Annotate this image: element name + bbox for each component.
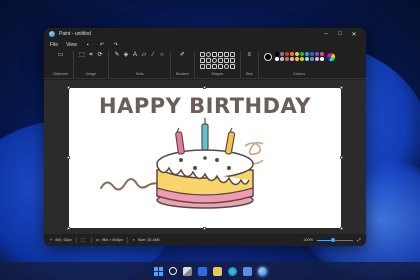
title-bar[interactable]: Paint - untitled – □ ✕ [44, 28, 366, 40]
file-size-text: Size: 20.4KB [137, 238, 160, 242]
disk-icon: ▪ [132, 237, 135, 242]
group-label: Size [245, 72, 253, 76]
select-icon[interactable]: ⬚ [79, 52, 85, 58]
menu-file[interactable]: File [50, 42, 58, 48]
divider [126, 237, 128, 243]
brush-icon[interactable]: ✐ [179, 52, 185, 58]
color-swatch[interactable] [274, 52, 279, 56]
color-swatch[interactable] [279, 52, 284, 56]
store-icon[interactable] [242, 266, 252, 276]
selection-icon: ⬚ [80, 237, 85, 242]
group-label: Clipboard [53, 72, 68, 76]
canvas-size: ▭ 960 × 605px [95, 237, 123, 243]
cursor-position: + 490, 63px [49, 237, 72, 243]
group-label: Colours [293, 72, 306, 76]
group-shapes: Shapes [195, 51, 241, 78]
drawing-canvas[interactable]: HAPPY BIRTHDAY [67, 86, 343, 230]
group-colours: Colours [259, 51, 340, 78]
group-brushes: ✐ Brushes [171, 51, 195, 78]
divider [90, 237, 92, 243]
ribbon-toolbar: ▭ Clipboard ⬚ ⌗ ⟳ Image ✎ ◈ A ▱ ⁄ ○ Tool… [44, 49, 366, 79]
canvas-area: HAPPY BIRTHDAY [44, 80, 366, 234]
color-swatch[interactable] [299, 57, 304, 61]
color-swatch[interactable] [279, 57, 284, 61]
redo-icon[interactable]: ↷ [113, 42, 119, 48]
task-view-icon[interactable] [182, 266, 192, 276]
color-swatch[interactable] [289, 57, 294, 61]
group-label: Brushes [175, 72, 189, 76]
fill-icon[interactable]: ◈ [123, 52, 129, 58]
magnifier-icon[interactable]: ○ [159, 52, 165, 58]
group-label: Image [86, 72, 96, 76]
paint-app-icon [49, 31, 55, 37]
edge-browser-icon[interactable] [227, 266, 237, 276]
color-swatch[interactable] [314, 57, 319, 61]
canvas-size-icon: ▭ [95, 237, 100, 242]
color-swatch[interactable] [274, 57, 279, 61]
shapes-gallery[interactable] [199, 52, 235, 69]
birthday-cake-illustration [100, 118, 264, 209]
color-swatch[interactable] [289, 52, 294, 56]
save-icon[interactable]: ▪ [85, 42, 91, 48]
color-swatch[interactable] [284, 52, 289, 56]
color-swatch[interactable] [314, 52, 319, 56]
taskbar [0, 262, 420, 280]
widgets-icon[interactable] [197, 266, 207, 276]
file-size: ▪ Size: 20.4KB [132, 237, 160, 243]
group-image: ⬚ ⌗ ⟳ Image [74, 51, 109, 78]
search-icon[interactable] [168, 267, 177, 275]
status-bar: + 490, 63px ⬚ ▭ 960 × 605px ▪ Size: 20.4… [44, 234, 366, 246]
crop-icon[interactable]: ⌗ [88, 52, 94, 58]
zoom-slider[interactable] [317, 237, 353, 242]
zoom-slider-knob[interactable] [331, 237, 336, 242]
line-size-icon[interactable]: ≡ [246, 52, 252, 58]
color-swatch[interactable] [309, 57, 314, 61]
group-clipboard: ▭ Clipboard [48, 51, 74, 78]
current-color-swatch[interactable] [263, 52, 272, 61]
color-swatch[interactable] [299, 52, 304, 56]
fit-screen-icon[interactable]: ⤢ [357, 238, 361, 242]
close-button[interactable]: ✕ [347, 31, 361, 38]
paint-window: Paint - untitled – □ ✕ File View ▪ ↶ ↷ ▭… [44, 28, 366, 246]
selection-size: ⬚ [81, 238, 87, 242]
zoom-level: 100% [303, 238, 313, 242]
group-label: Shapes [211, 72, 224, 76]
paste-icon[interactable]: ▭ [57, 52, 64, 58]
color-picker-icon[interactable]: ⁄ [150, 52, 156, 58]
pencil-icon[interactable]: ✎ [114, 52, 120, 58]
file-explorer-icon[interactable] [212, 266, 222, 276]
window-title: Paint - untitled [59, 31, 91, 37]
divider [75, 237, 77, 243]
color-swatch[interactable] [319, 52, 324, 56]
cursor-position-text: 490, 63px [55, 238, 72, 242]
color-swatch[interactable] [304, 57, 309, 61]
eraser-icon[interactable]: ▱ [141, 52, 147, 58]
group-label: Tools [135, 72, 144, 76]
color-swatch[interactable] [304, 52, 309, 56]
paint-taskbar-icon[interactable] [257, 266, 267, 276]
color-swatch[interactable] [319, 57, 324, 61]
group-tools: ✎ ◈ A ▱ ⁄ ○ Tools [109, 51, 171, 78]
maximize-button[interactable]: □ [333, 31, 347, 37]
start-button-icon[interactable] [153, 266, 163, 276]
color-swatch[interactable] [309, 52, 314, 56]
color-swatch[interactable] [294, 52, 299, 56]
group-size: ≡ Size [241, 51, 259, 78]
text-icon[interactable]: A [132, 52, 138, 58]
cursor-icon: + [49, 237, 53, 242]
color-swatch[interactable] [294, 57, 299, 61]
color-swatch[interactable] [284, 57, 289, 61]
canvas-size-text: 960 × 605px [101, 238, 123, 242]
menu-bar: File View ▪ ↶ ↷ [44, 40, 366, 49]
color-palette [274, 52, 324, 61]
menu-view[interactable]: View [66, 42, 77, 48]
rotate-icon[interactable]: ⟳ [97, 52, 103, 58]
minimize-button[interactable]: – [319, 31, 333, 37]
edit-colors-icon[interactable] [326, 52, 335, 61]
undo-icon[interactable]: ↶ [99, 42, 105, 48]
